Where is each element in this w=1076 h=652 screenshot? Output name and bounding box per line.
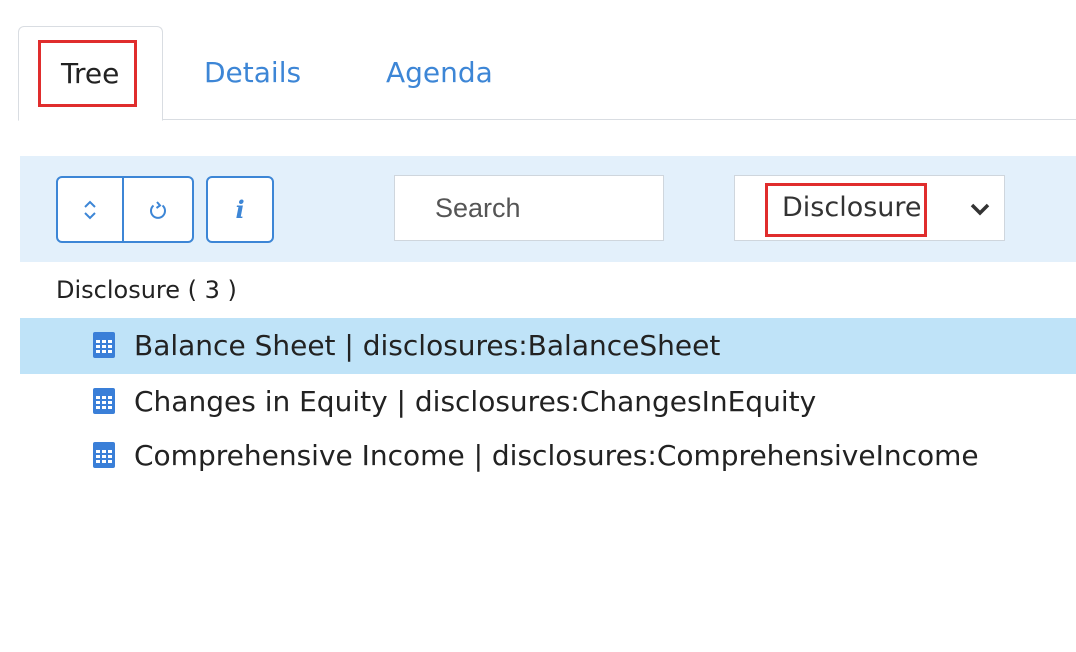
- tree-item[interactable]: Balance Sheet | disclosures:BalanceSheet: [20, 318, 1076, 374]
- tree-group-label: Disclosure ( 3 ): [56, 276, 237, 304]
- expand-collapse-button[interactable]: [56, 176, 124, 243]
- tree-item[interactable]: Changes in Equity | disclosures:ChangesI…: [20, 374, 1076, 430]
- table-icon: [93, 332, 115, 358]
- highlight-box-tree: [38, 40, 137, 107]
- search-input[interactable]: [394, 175, 664, 241]
- tree-item-label: Changes in Equity | disclosures:ChangesI…: [134, 385, 817, 418]
- table-icon: [93, 388, 115, 414]
- table-icon: [93, 442, 115, 468]
- tab-details[interactable]: Details: [204, 26, 301, 120]
- chevron-up-down-icon: [84, 200, 96, 219]
- highlight-box-filter: [765, 183, 927, 237]
- tab-bar: Tree Details Agenda: [18, 26, 1076, 121]
- info-icon: i: [235, 195, 245, 224]
- tab-agenda[interactable]: Agenda: [386, 26, 493, 120]
- chevron-down-icon: [970, 203, 990, 216]
- info-button[interactable]: i: [206, 176, 274, 243]
- refresh-button[interactable]: [124, 176, 194, 243]
- refresh-icon: [150, 200, 166, 219]
- tree-item-label: Comprehensive Income | disclosures:Compr…: [134, 439, 979, 472]
- tree-item-label: Balance Sheet | disclosures:BalanceSheet: [134, 329, 721, 362]
- tree-item[interactable]: Comprehensive Income | disclosures:Compr…: [20, 428, 1076, 484]
